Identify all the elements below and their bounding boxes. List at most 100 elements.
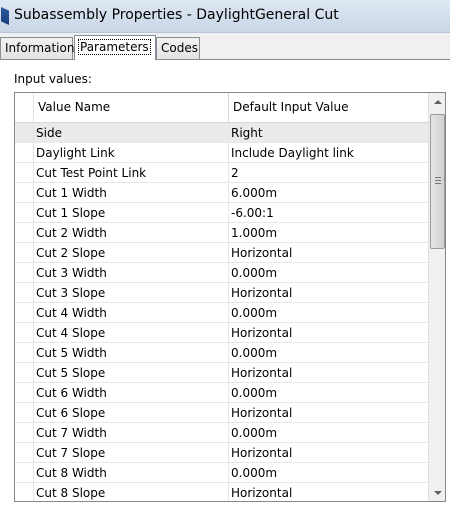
tab-information-label: Information — [5, 41, 75, 55]
table-row[interactable]: Cut 1 Width 6.000m — [15, 183, 428, 203]
value-name-cell: Cut 1 Width — [34, 183, 229, 203]
value-name-cell: Side — [34, 123, 229, 143]
table-row[interactable]: Cut 4 Slope Horizontal — [15, 323, 428, 343]
row-gutter — [15, 123, 34, 143]
value-name-cell: Cut 5 Width — [34, 343, 229, 363]
scroll-up-arrow-icon — [433, 99, 442, 104]
table-row[interactable]: Cut 5 Slope Horizontal — [15, 363, 428, 383]
value-name-cell: Daylight Link — [34, 143, 229, 163]
default-input-value-cell[interactable]: 0.000m — [229, 423, 428, 443]
value-name-cell: Cut 3 Slope — [34, 283, 229, 303]
title-bar: Subassembly Properties - DaylightGeneral… — [0, 0, 450, 33]
default-input-value-cell[interactable]: 6.000m — [229, 183, 428, 203]
row-gutter — [15, 323, 34, 343]
app-icon — [1, 7, 9, 25]
column-header-default-input-value[interactable]: Default Input Value — [229, 93, 428, 123]
input-values-label: Input values: — [14, 72, 92, 86]
vertical-scrollbar[interactable] — [428, 93, 445, 501]
table-row[interactable]: Cut 4 Width 0.000m — [15, 303, 428, 323]
default-input-value-cell[interactable]: Right — [229, 123, 428, 143]
value-name-cell: Cut 7 Slope — [34, 443, 229, 463]
grid-header: Value Name Default Input Value — [15, 93, 428, 123]
default-input-value-cell[interactable]: -6.00:1 — [229, 203, 428, 223]
scroll-down-button[interactable] — [429, 484, 445, 501]
value-name-cell: Cut 4 Width — [34, 303, 229, 323]
tab-codes-label: Codes — [161, 41, 198, 55]
default-input-value-cell[interactable]: Horizontal — [229, 243, 428, 263]
table-row[interactable]: Side Right — [15, 123, 428, 143]
row-gutter — [15, 203, 34, 223]
tab-parameters-label: Parameters — [78, 39, 151, 55]
default-input-value-cell[interactable]: 2 — [229, 163, 428, 183]
row-gutter — [15, 243, 34, 263]
table-row[interactable]: Cut Test Point Link 2 — [15, 163, 428, 183]
grid-rows: Side Right Daylight Link Include Daylight l… — [15, 123, 428, 501]
value-name-cell: Cut 8 Width — [34, 463, 229, 483]
row-gutter — [15, 403, 34, 423]
table-row[interactable]: Cut 2 Slope Horizontal — [15, 243, 428, 263]
scroll-down-arrow-icon — [433, 490, 442, 495]
value-name-cell: Cut 6 Width — [34, 383, 229, 403]
table-row[interactable]: Cut 1 Slope -6.00:1 — [15, 203, 428, 223]
row-gutter — [15, 383, 34, 403]
default-input-value-cell[interactable]: Include Daylight link — [229, 143, 428, 163]
value-name-cell: Cut 6 Slope — [34, 403, 229, 423]
value-name-cell: Cut 2 Width — [34, 223, 229, 243]
default-input-value-cell[interactable]: Horizontal — [229, 363, 428, 383]
default-input-value-cell[interactable]: 1.000m — [229, 223, 428, 243]
table-row[interactable]: Cut 7 Slope Horizontal — [15, 443, 428, 463]
row-gutter — [15, 483, 34, 501]
value-name-cell: Cut 1 Slope — [34, 203, 229, 223]
row-gutter — [15, 423, 34, 443]
scroll-up-button[interactable] — [429, 93, 445, 110]
row-gutter — [15, 443, 34, 463]
default-input-value-cell[interactable]: 0.000m — [229, 383, 428, 403]
row-gutter — [15, 363, 34, 383]
parameters-grid: Value Name Default Input Value Side Right… — [14, 92, 446, 502]
row-gutter — [15, 183, 34, 203]
tab-parameters[interactable]: Parameters — [74, 35, 156, 60]
default-input-value-cell[interactable]: Horizontal — [229, 283, 428, 303]
row-gutter — [15, 143, 34, 163]
value-name-cell: Cut 3 Width — [34, 263, 229, 283]
value-name-cell: Cut 2 Slope — [34, 243, 229, 263]
table-row[interactable]: Cut 6 Slope Horizontal — [15, 403, 428, 423]
tab-information[interactable]: Information — [0, 37, 75, 59]
default-input-value-cell[interactable]: Horizontal — [229, 403, 428, 423]
table-row[interactable]: Daylight Link Include Daylight link — [15, 143, 428, 163]
window-title: Subassembly Properties - DaylightGeneral… — [14, 7, 339, 23]
table-row[interactable]: Cut 2 Width 1.000m — [15, 223, 428, 243]
default-input-value-cell[interactable]: Horizontal — [229, 323, 428, 343]
table-row[interactable]: Cut 3 Slope Horizontal — [15, 283, 428, 303]
scroll-grip-icon — [435, 177, 441, 184]
tab-codes[interactable]: Codes — [156, 37, 200, 59]
row-gutter — [15, 343, 34, 363]
column-header-value-name[interactable]: Value Name — [34, 93, 229, 123]
value-name-cell: Cut Test Point Link — [34, 163, 229, 183]
row-gutter — [15, 223, 34, 243]
table-row[interactable]: Cut 5 Width 0.000m — [15, 343, 428, 363]
table-row[interactable]: Cut 6 Width 0.000m — [15, 383, 428, 403]
default-input-value-cell[interactable]: 0.000m — [229, 463, 428, 483]
default-input-value-cell[interactable]: 0.000m — [229, 263, 428, 283]
scroll-thumb[interactable] — [430, 114, 445, 249]
row-gutter — [15, 283, 34, 303]
value-name-cell: Cut 4 Slope — [34, 323, 229, 343]
row-gutter — [15, 163, 34, 183]
value-name-cell: Cut 8 Slope — [34, 483, 229, 501]
value-name-cell: Cut 5 Slope — [34, 363, 229, 383]
row-gutter — [15, 303, 34, 323]
row-gutter — [15, 263, 34, 283]
default-input-value-cell[interactable]: 0.000m — [229, 343, 428, 363]
default-input-value-cell[interactable]: Horizontal — [229, 483, 428, 501]
table-row[interactable]: Cut 8 Slope Horizontal — [15, 483, 428, 501]
value-name-cell: Cut 7 Width — [34, 423, 229, 443]
header-gutter — [15, 93, 34, 123]
default-input-value-cell[interactable]: 0.000m — [229, 303, 428, 323]
table-row[interactable]: Cut 8 Width 0.000m — [15, 463, 428, 483]
row-gutter — [15, 463, 34, 483]
table-row[interactable]: Cut 3 Width 0.000m — [15, 263, 428, 283]
tab-strip: Information Parameters Codes — [0, 33, 450, 60]
table-row[interactable]: Cut 7 Width 0.000m — [15, 423, 428, 443]
default-input-value-cell[interactable]: Horizontal — [229, 443, 428, 463]
